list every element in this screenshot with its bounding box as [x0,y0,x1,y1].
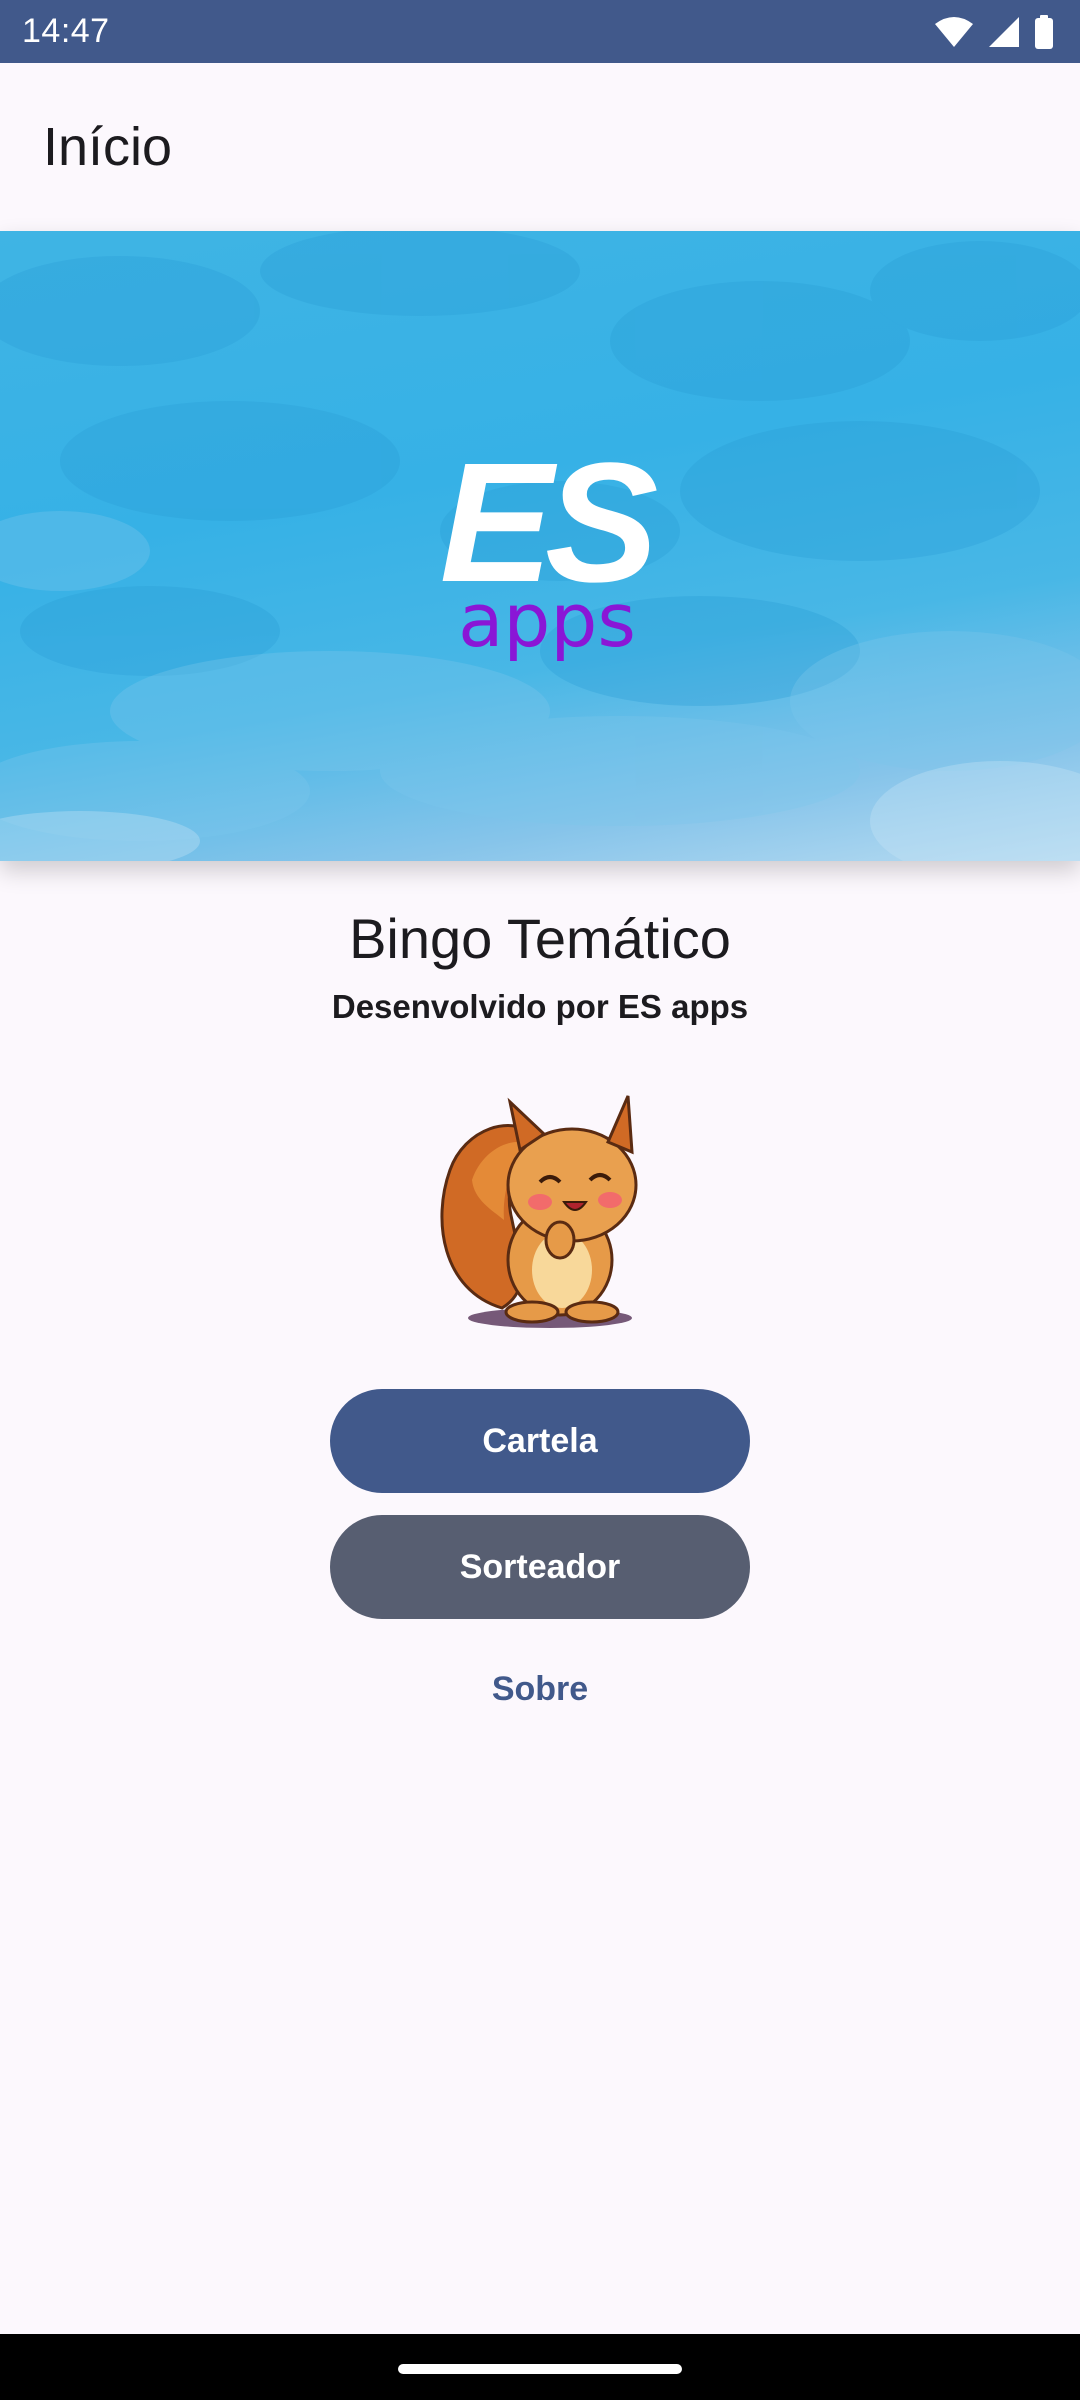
app-title: Bingo Temático [349,907,731,970]
battery-icon [1034,14,1054,49]
app-subtitle: Desenvolvido por ES apps [331,988,749,1025]
header-banner: ES apps [0,231,1080,861]
status-bar: 14:47 [0,0,1080,63]
about-link[interactable]: Sobre [0,1670,1080,1709]
status-icons [934,14,1054,49]
home-gesture-handle[interactable] [398,2364,682,2374]
svg-text:apps: apps [458,578,636,661]
cartela-button[interactable]: Cartela [330,1389,750,1493]
wifi-icon [934,16,974,48]
status-time: 14:47 [22,12,110,50]
es-apps-logo: ES apps [440,431,665,661]
top-app-bar: Início [0,63,1080,231]
signal-icon [988,16,1020,48]
squirrel-mascot-image [432,1090,648,1330]
page-title: Início [43,117,173,177]
sorteador-button[interactable]: Sorteador [330,1515,750,1619]
